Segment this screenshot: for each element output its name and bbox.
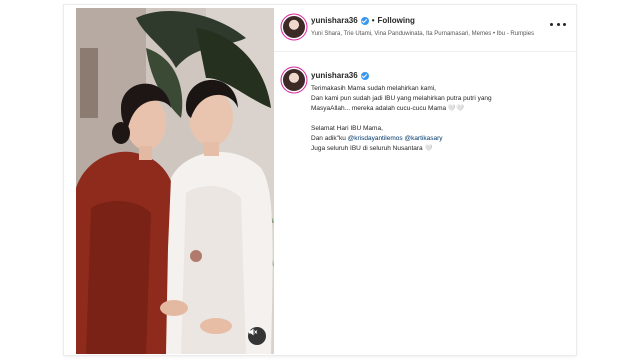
caption-line: MasyaAllah... mereka adalah cucu-cucu Ma…	[311, 105, 465, 112]
post-side-panel: yunishara36 • Following Yuni Shara, Trie…	[274, 5, 576, 355]
verified-badge-icon	[360, 16, 369, 25]
separator-dot: •	[371, 16, 375, 25]
mention-link[interactable]: @kartikasary	[404, 135, 442, 142]
caption-username-row: yunishara36	[311, 71, 369, 80]
mute-button[interactable]	[248, 327, 266, 345]
post-photo[interactable]	[76, 8, 274, 354]
caption-username[interactable]: yunishara36	[311, 71, 358, 80]
tagged-accounts-line[interactable]: Yuni Shara, Trie Utami, Vina Panduwinata…	[311, 29, 539, 39]
header-username[interactable]: yunishara36	[311, 16, 358, 25]
audio-muted-icon	[249, 328, 258, 336]
caption-text: Terimakasih Mama sudah melahirkan kami, …	[311, 84, 536, 154]
header-username-row: yunishara36 • Following	[311, 16, 415, 25]
mention-link[interactable]: @krisdayantilemos	[348, 135, 403, 142]
photo-illustration	[76, 8, 274, 354]
more-options-icon[interactable]	[550, 19, 566, 29]
caption-avatar[interactable]	[283, 69, 305, 91]
instagram-post-card: yunishara36 • Following Yuni Shara, Trie…	[64, 5, 576, 355]
caption-mentions-line: Dan adik"ku @krisdayantilemos @kartikasa…	[311, 135, 443, 142]
verified-badge-icon	[360, 71, 369, 80]
caption-line: Juga seluruh IBU di seluruh Nusantara 🤍	[311, 145, 433, 152]
caption-line: Terimakasih Mama sudah melahirkan kami,	[311, 85, 436, 92]
avatar[interactable]	[283, 16, 305, 38]
caption-line: Dan kami pun sudah jadi IBU yang melahir…	[311, 95, 492, 102]
post-header: yunishara36 • Following Yuni Shara, Trie…	[274, 5, 576, 52]
following-button[interactable]: Following	[378, 16, 415, 25]
caption-line: Selamat Hari IBU Mama,	[311, 125, 383, 132]
